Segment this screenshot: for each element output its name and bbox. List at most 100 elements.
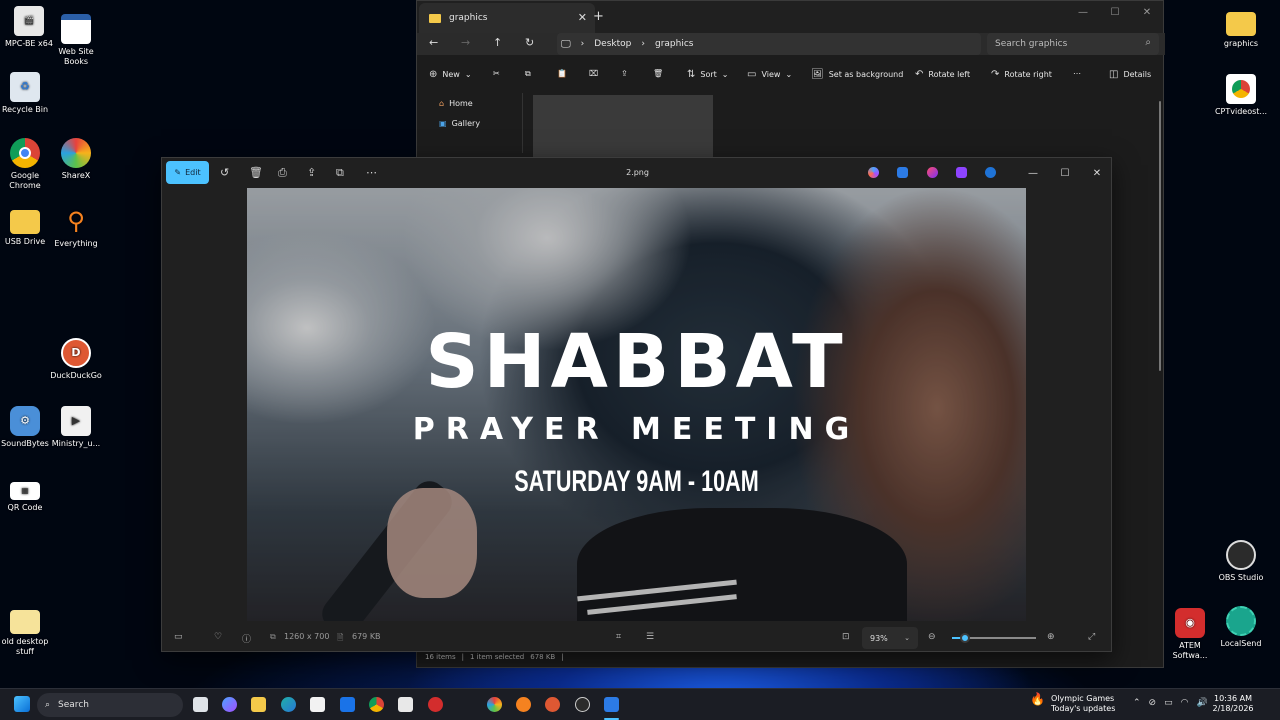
desktop-icon-google-chrome[interactable]: Google Chrome bbox=[0, 138, 54, 191]
clock-time: 10:36 AM bbox=[1214, 694, 1252, 703]
details-button[interactable]: ◫ Details bbox=[1109, 69, 1151, 80]
crop-frame-icon[interactable]: ⌗ bbox=[616, 632, 621, 642]
back-arrow-icon[interactable]: ← bbox=[429, 36, 438, 49]
photos-window-controls: — ☐ ✕ bbox=[1017, 162, 1113, 184]
up-arrow-icon[interactable]: ↑ bbox=[493, 36, 502, 49]
fit-to-window-icon[interactable]: ⊡ bbox=[842, 632, 850, 642]
zoom-in-icon[interactable]: ⊕ bbox=[1047, 632, 1055, 642]
rename-icon[interactable]: ⌧ bbox=[589, 69, 598, 78]
network-off-icon[interactable]: ⊘ bbox=[1149, 698, 1157, 708]
outlook-icon[interactable] bbox=[340, 697, 355, 712]
taskbar-clock[interactable]: 10:36 AM 2/18/2026 bbox=[1210, 694, 1256, 714]
cut-icon[interactable]: ✂ bbox=[493, 69, 500, 78]
chevron-up-icon[interactable]: ⌃ bbox=[1133, 698, 1141, 708]
search-input[interactable]: Search graphics ⌕ bbox=[987, 33, 1159, 55]
wallpaper-icon: 🖼 bbox=[811, 69, 824, 80]
obs-icon[interactable] bbox=[575, 697, 590, 712]
file-explorer-icon[interactable] bbox=[251, 697, 266, 712]
address-bar[interactable]: 🖵 › Desktop › graphics bbox=[557, 33, 981, 55]
close-icon[interactable]: ✕ bbox=[1081, 162, 1113, 184]
desktop-icon-everything[interactable]: ⚲ Everything bbox=[47, 206, 105, 249]
desktop-icon-atem[interactable]: ◉ ATEM Softwa... bbox=[1161, 608, 1219, 661]
desktop-icon-ministry[interactable]: ▶ Ministry_u... bbox=[47, 406, 105, 449]
desktop-icon-old-desktop-stuff[interactable]: old desktop stuff bbox=[0, 606, 54, 657]
onedrive-icon[interactable] bbox=[985, 167, 996, 178]
desktop-icon-cptvideostream[interactable]: CPTvideost... bbox=[1212, 74, 1270, 117]
filmstrip-icon[interactable]: ▭ bbox=[174, 632, 183, 642]
desktop-icon-qr-code[interactable]: ▦ QR Code bbox=[0, 482, 54, 513]
atem-icon[interactable] bbox=[428, 697, 443, 712]
favorite-heart-icon[interactable]: ♡ bbox=[214, 632, 222, 642]
new-button[interactable]: ⊕ New ⌄ bbox=[429, 69, 472, 80]
zoom-slider-thumb[interactable] bbox=[959, 633, 970, 643]
sort-button[interactable]: ⇅ Sort ⌄ bbox=[687, 69, 729, 80]
image-subtitle-text: PRAYER MEETING bbox=[412, 412, 861, 447]
store-icon[interactable] bbox=[310, 697, 325, 712]
desktop-icon-localsend[interactable]: LocalSend bbox=[1212, 606, 1270, 649]
desktop-icon-web-site-books[interactable]: Web Site Books bbox=[47, 14, 105, 67]
fullscreen-icon[interactable]: ⤢ bbox=[1088, 632, 1095, 642]
view-button[interactable]: ▭ View ⌄ bbox=[747, 69, 792, 80]
duckduckgo-icon[interactable] bbox=[545, 697, 560, 712]
everything-icon[interactable] bbox=[516, 697, 531, 712]
breadcrumb-graphics[interactable]: graphics bbox=[655, 39, 693, 49]
minimize-icon[interactable]: — bbox=[1017, 162, 1049, 184]
zoom-dropdown[interactable]: 93% ⌄ bbox=[862, 627, 918, 649]
desktop-icon-graphics[interactable]: graphics bbox=[1212, 8, 1270, 49]
close-tab-icon[interactable]: ✕ bbox=[578, 11, 587, 24]
task-view-icon[interactable] bbox=[193, 697, 208, 712]
sidebar-item-gallery[interactable]: ▣ Gallery bbox=[417, 113, 522, 133]
windows-start-icon[interactable] bbox=[14, 696, 30, 712]
maximize-icon[interactable]: ☐ bbox=[1099, 1, 1131, 23]
delete-icon[interactable]: 🗑 bbox=[653, 69, 663, 78]
chevron-down-icon: ⌄ bbox=[721, 70, 729, 79]
paint-app-icon[interactable] bbox=[897, 167, 908, 178]
notepad-icon[interactable] bbox=[398, 697, 413, 712]
search-placeholder: Search graphics bbox=[995, 39, 1068, 49]
wifi-icon[interactable]: ◠ bbox=[1181, 698, 1189, 708]
explorer-sidebar: ⌂ Home ▣ Gallery bbox=[417, 93, 523, 153]
desktop-icon-sharex[interactable]: ShareX bbox=[47, 138, 105, 181]
info-icon[interactable]: ⓘ bbox=[242, 632, 251, 645]
set-as-background-button[interactable]: 🖼 Set as background bbox=[811, 69, 903, 80]
forward-arrow-icon[interactable]: → bbox=[461, 36, 470, 49]
paste-icon[interactable]: 📋 bbox=[557, 69, 567, 78]
zoom-value: 93% bbox=[870, 633, 888, 643]
zoom-slider[interactable] bbox=[952, 633, 1036, 643]
desktop-icon-recycle-bin[interactable]: ♻ Recycle Bin bbox=[0, 72, 54, 115]
maximize-icon[interactable]: ☐ bbox=[1049, 162, 1081, 184]
designer-icon[interactable] bbox=[927, 167, 938, 178]
desktop-icon-soundbytes[interactable]: ⚙ SoundBytes bbox=[0, 406, 54, 449]
compare-icon[interactable]: ☰ bbox=[646, 632, 654, 642]
desktop-icon-usb-drive[interactable]: USB Drive bbox=[0, 206, 54, 247]
more-options-icon[interactable]: ⋯ bbox=[1073, 69, 1081, 78]
zoom-out-icon[interactable]: ⊖ bbox=[928, 632, 936, 642]
explorer-tab-graphics[interactable]: graphics ✕ bbox=[419, 3, 595, 33]
rotate-left-button[interactable]: ↶ Rotate left bbox=[915, 69, 970, 80]
file-thumbnail[interactable] bbox=[533, 95, 713, 159]
new-tab-button[interactable]: + bbox=[593, 9, 604, 24]
copilot-icon[interactable] bbox=[868, 167, 879, 178]
chrome-icon[interactable] bbox=[369, 697, 384, 712]
sharex-icon[interactable] bbox=[487, 697, 502, 712]
share-icon[interactable]: ⇪ bbox=[621, 69, 628, 78]
close-icon[interactable]: ✕ bbox=[1131, 1, 1163, 23]
taskbar-search[interactable]: ⌕ Search bbox=[37, 693, 183, 717]
edge-icon[interactable] bbox=[281, 697, 296, 712]
explorer-tab-strip: graphics ✕ + — ☐ ✕ bbox=[417, 1, 1163, 33]
desktop-icon-obs-studio[interactable]: OBS Studio bbox=[1212, 540, 1270, 583]
photos-app-icon[interactable] bbox=[604, 697, 619, 712]
copilot-icon[interactable] bbox=[222, 697, 237, 712]
refresh-icon[interactable]: ↻ bbox=[525, 36, 534, 49]
breadcrumb-desktop[interactable]: Desktop bbox=[594, 39, 631, 49]
widgets-news[interactable]: 🔥 Olympic Games Today's updates bbox=[1030, 693, 1115, 714]
sidebar-item-home[interactable]: ⌂ Home bbox=[417, 93, 522, 113]
desktop-icon-duckduckgo[interactable]: D DuckDuckGo bbox=[47, 338, 105, 381]
volume-icon[interactable]: 🔊 bbox=[1196, 698, 1207, 708]
copy-icon[interactable]: ⧉ bbox=[525, 69, 531, 79]
minimize-icon[interactable]: — bbox=[1067, 1, 1099, 23]
display-icon[interactable]: ▭ bbox=[1164, 698, 1173, 708]
clipchamp-icon[interactable] bbox=[956, 167, 967, 178]
scrollbar[interactable] bbox=[1159, 101, 1161, 371]
rotate-right-button[interactable]: ↷ Rotate right bbox=[991, 69, 1052, 80]
